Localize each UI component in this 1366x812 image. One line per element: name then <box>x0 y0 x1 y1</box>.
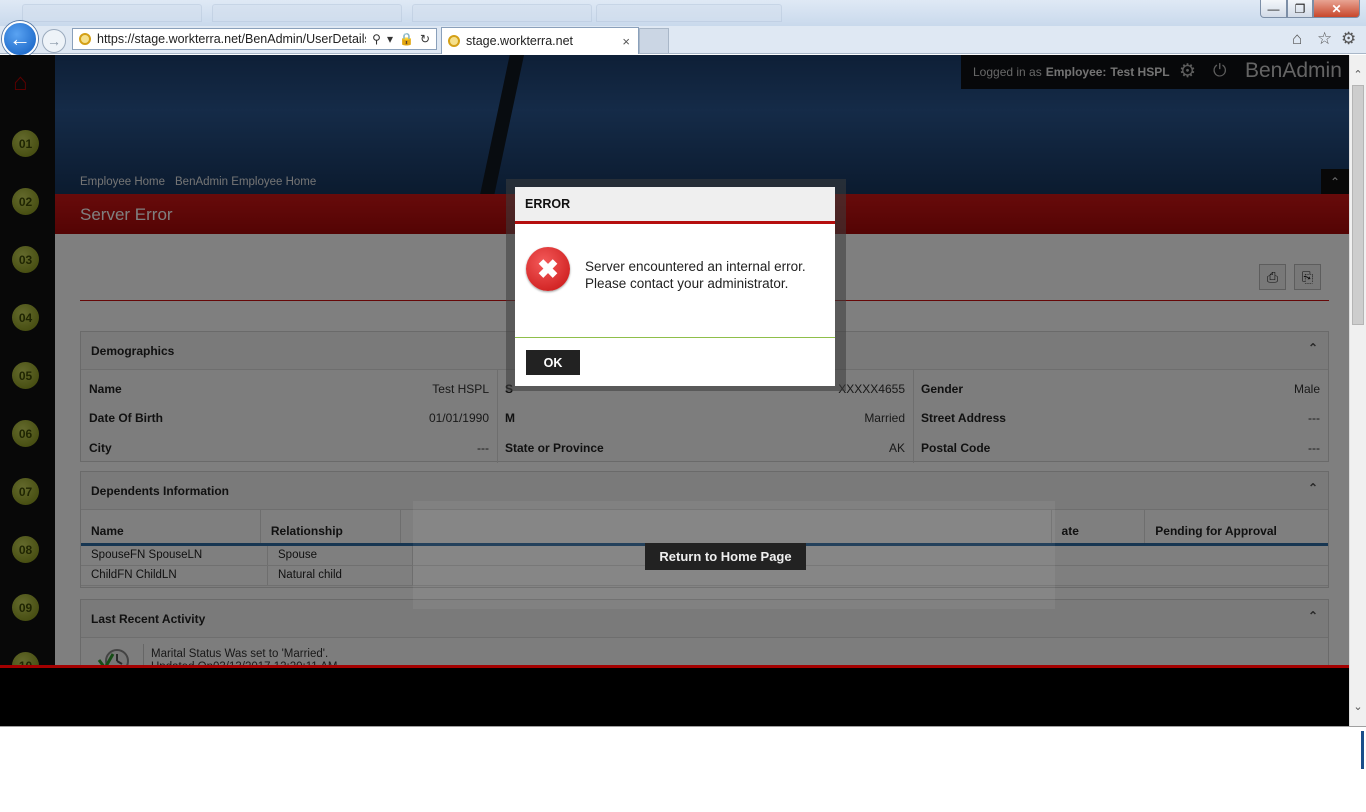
tab-title: stage.workterra.net <box>466 34 573 48</box>
ok-button[interactable]: OK <box>526 350 580 375</box>
vertical-scrollbar[interactable]: ⌃ ⌄ <box>1349 55 1366 726</box>
background-tab[interactable] <box>22 4 202 22</box>
forward-arrow-icon[interactable]: → <box>42 29 66 53</box>
tab-close-icon[interactable]: × <box>622 34 630 49</box>
error-x-icon: ✖ <box>526 247 570 291</box>
dropdown-icon[interactable]: ▾ <box>387 32 393 46</box>
page-footer <box>0 668 1349 726</box>
site-favicon-icon <box>79 33 91 45</box>
scroll-thumb[interactable] <box>1352 85 1364 325</box>
close-window-button[interactable]: ✕ <box>1313 0 1360 18</box>
gear-icon[interactable]: ⚙ <box>1341 29 1356 49</box>
lock-icon[interactable]: 🔒 <box>399 32 414 46</box>
tab-favicon-icon <box>448 35 460 47</box>
maximize-button[interactable]: ❐ <box>1287 0 1313 18</box>
status-indicator <box>1361 731 1364 769</box>
minimize-button[interactable]: — <box>1260 0 1287 18</box>
background-tab[interactable] <box>596 4 782 22</box>
scroll-up-icon[interactable]: ⌃ <box>1352 67 1364 81</box>
scroll-down-icon[interactable]: ⌄ <box>1352 699 1364 713</box>
return-home-button[interactable]: Return to Home Page <box>645 543 806 570</box>
dialog-title: ERROR <box>515 187 835 224</box>
browser-status-area <box>0 726 1366 812</box>
new-tab-button[interactable] <box>639 28 669 53</box>
back-arrow-icon[interactable]: ← <box>2 21 38 57</box>
refresh-icon[interactable]: ↻ <box>420 32 430 46</box>
search-icon[interactable]: ⚲ <box>372 32 381 46</box>
error-dialog: ERROR ✖ Server encountered an internal e… <box>515 187 835 386</box>
address-url[interactable]: https://stage.workterra.net/BenAdmin/Use… <box>97 32 366 46</box>
tab-active[interactable]: stage.workterra.net × <box>441 27 639 54</box>
browser-titlebar: — ❐ ✕ <box>0 0 1366 26</box>
dialog-message: Server encountered an internal error. Pl… <box>585 259 806 291</box>
background-tab[interactable] <box>212 4 402 22</box>
favorites-star-icon[interactable]: ☆ <box>1317 29 1332 49</box>
home-icon[interactable]: ⌂ <box>1292 29 1302 49</box>
dialog-footer: OK <box>515 337 835 386</box>
background-tab[interactable] <box>412 4 592 22</box>
address-bar[interactable]: https://stage.workterra.net/BenAdmin/Use… <box>72 28 437 50</box>
